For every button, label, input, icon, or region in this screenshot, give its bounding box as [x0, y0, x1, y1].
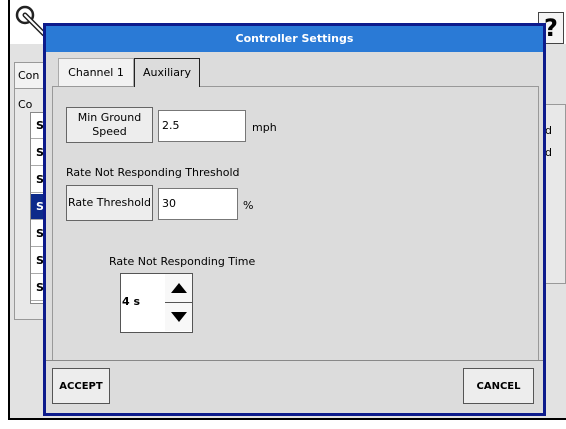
background-tab[interactable]: Con [14, 62, 44, 88]
background-right-item: d [545, 124, 552, 137]
cancel-button[interactable]: CANCEL [463, 368, 534, 404]
dialog-title: Controller Settings [46, 26, 543, 52]
decrement-button[interactable] [165, 303, 192, 331]
tab-channel-1[interactable]: Channel 1 [58, 58, 134, 86]
rate-threshold-input[interactable]: 30 [158, 188, 238, 220]
arrow-up-icon [170, 283, 187, 293]
background-panel-label: Co [18, 98, 33, 111]
rate-threshold-unit: % [243, 199, 254, 212]
rate-threshold-button[interactable]: Rate Threshold [66, 185, 153, 221]
background-right-item: d [545, 146, 552, 159]
footer-divider [46, 360, 543, 361]
accept-button[interactable]: ACCEPT [52, 368, 110, 404]
rate-time-section-label: Rate Not Responding Time [109, 255, 256, 268]
rate-threshold-section-label: Rate Not Responding Threshold [66, 166, 240, 179]
min-ground-speed-unit: mph [252, 121, 277, 134]
tab-auxiliary[interactable]: Auxiliary [134, 58, 200, 87]
min-ground-speed-input[interactable]: 2.5 [158, 110, 246, 142]
arrow-down-icon [170, 312, 187, 322]
min-ground-speed-button[interactable]: Min Ground Speed [66, 107, 153, 143]
rate-time-value: 4 s [122, 295, 141, 308]
increment-button[interactable] [165, 274, 192, 302]
